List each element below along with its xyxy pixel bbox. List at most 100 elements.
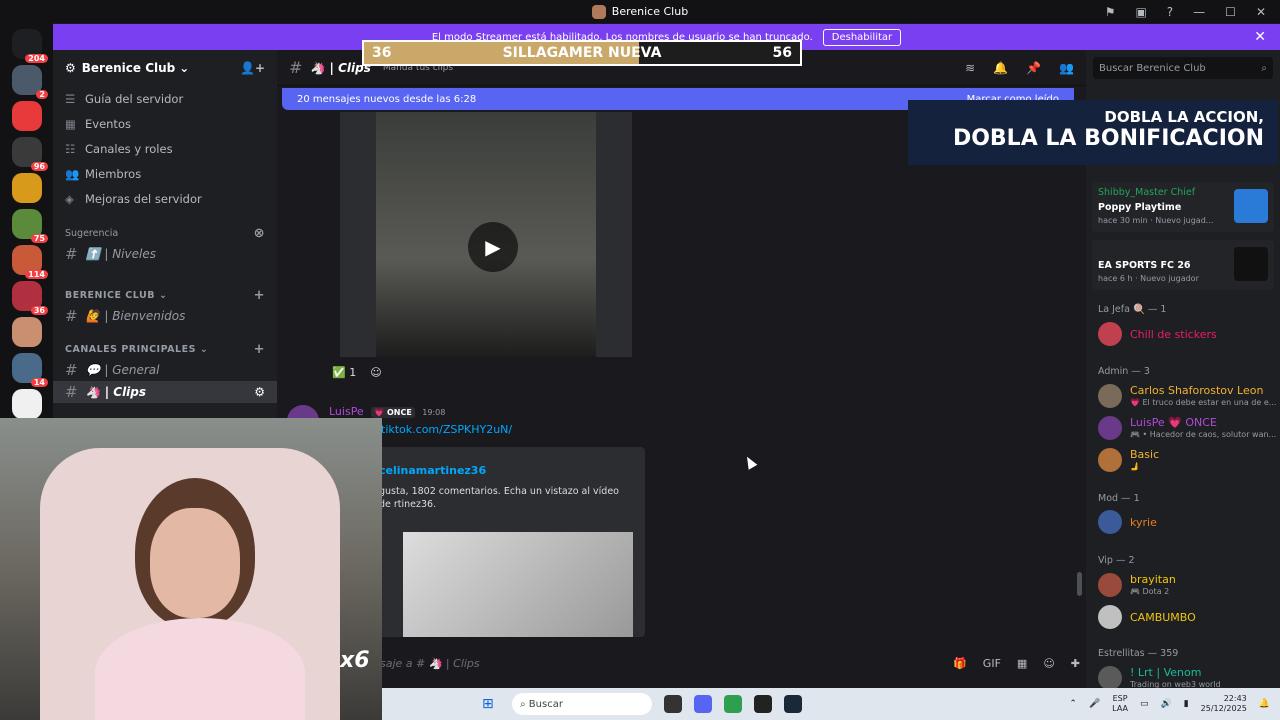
- server-icon[interactable]: [12, 173, 42, 203]
- invite-icon[interactable]: 👤+: [240, 61, 265, 75]
- minimize-button[interactable]: —: [1193, 5, 1205, 19]
- notification-badge: 14: [30, 378, 48, 387]
- discord-home-icon[interactable]: 204: [12, 29, 48, 63]
- close-icon[interactable]: ⊗: [254, 226, 265, 241]
- activity-card[interactable]: EA SPORTS FC 26 hace 6 h · Nuevo jugador: [1092, 240, 1274, 290]
- embed-author[interactable]: celinamartinez36: [379, 464, 486, 477]
- server-icon[interactable]: 96: [12, 137, 48, 171]
- promo-line1: DOBLA LA ACCION,: [1104, 108, 1264, 126]
- chrome-icon[interactable]: [724, 695, 742, 713]
- notification-badge: 75: [30, 234, 48, 243]
- activity-card[interactable]: Shibby_Master Chief Poppy Playtime hace …: [1092, 182, 1274, 232]
- explorer-icon[interactable]: [664, 695, 682, 713]
- scrollbar[interactable]: [1077, 572, 1082, 596]
- member-name: Basic: [1130, 448, 1160, 461]
- member-item[interactable]: Basic 🫸: [1098, 446, 1276, 476]
- help-icon[interactable]: ?: [1167, 5, 1173, 19]
- screen-icon[interactable]: ▣: [1135, 5, 1146, 19]
- search-input[interactable]: Buscar Berenice Club ⌕: [1093, 57, 1273, 79]
- language-indicator[interactable]: ESP LAA: [1112, 694, 1128, 714]
- server-icon[interactable]: 75: [12, 209, 48, 243]
- server-icon[interactable]: 14: [12, 353, 48, 387]
- sticker-icon[interactable]: ▦: [1017, 657, 1027, 670]
- channel-clips[interactable]: # 🦄 | Clips ⚙: [53, 381, 277, 403]
- server-icon[interactable]: 36: [12, 281, 48, 315]
- role-tag: 💗 ONCE: [371, 407, 415, 418]
- server-icon[interactable]: [12, 317, 42, 347]
- member-item[interactable]: Chill de stickers: [1098, 320, 1276, 350]
- monitor-icon[interactable]: ▭: [1140, 699, 1149, 709]
- chevron-down-icon: ⌄: [199, 343, 209, 355]
- member-name: kyrie: [1130, 516, 1157, 529]
- member-item[interactable]: LuisPe 💗 ONCE 🎮 • Hacedor de caos, soluto…: [1098, 414, 1276, 444]
- server-icon[interactable]: [12, 101, 42, 131]
- category-canales-principales[interactable]: CANALES PRINCIPALES ⌄ +: [53, 339, 277, 359]
- disable-streamer-button[interactable]: Deshabilitar: [822, 28, 902, 46]
- embed-image[interactable]: [403, 532, 633, 637]
- server-icon[interactable]: 114: [12, 245, 48, 279]
- clock[interactable]: 22:43 25/12/2025: [1201, 694, 1247, 714]
- reaction-chip[interactable]: ✅ 1: [332, 366, 356, 379]
- menu-item[interactable]: ☷ Canales y roles: [53, 136, 277, 161]
- maximize-button[interactable]: ☐: [1225, 5, 1236, 19]
- add-reaction-icon[interactable]: ☺: [370, 366, 381, 379]
- discord-icon[interactable]: [694, 695, 712, 713]
- message-input[interactable]: saje a # 🦄 | Clips: [380, 657, 480, 670]
- server-icon[interactable]: 2: [12, 65, 48, 99]
- video-attachment[interactable]: ▶: [340, 112, 632, 357]
- notification-badge: 114: [25, 270, 48, 279]
- member-group-label: Vip — 2: [1098, 555, 1135, 566]
- category-berenice-club[interactable]: BERENICE CLUB ⌄ +: [53, 285, 277, 305]
- chevron-up-icon[interactable]: ⌃: [1069, 699, 1077, 709]
- add-channel-icon[interactable]: +: [254, 342, 265, 357]
- emoji-icon[interactable]: ☺: [1043, 657, 1054, 670]
- gift-icon[interactable]: 🎁: [953, 657, 967, 670]
- member-item[interactable]: CAMBUMBO: [1098, 603, 1276, 633]
- member-group-label: Estrellitas — 359: [1098, 648, 1179, 659]
- add-channel-icon[interactable]: +: [254, 288, 265, 303]
- activity-game: Poppy Playtime: [1098, 202, 1182, 213]
- steam-icon[interactable]: [784, 695, 802, 713]
- menu-item[interactable]: 👥 Miembros: [53, 161, 277, 186]
- notification-badge: 2: [36, 90, 48, 99]
- member-group-label: Mod — 1: [1098, 493, 1140, 504]
- message-composer[interactable]: saje a # 🦄 | Clips 🎁 GIF ▦ ☺ ✚: [380, 648, 1080, 678]
- member-name: Carlos Shaforostov Leon: [1130, 384, 1264, 397]
- obs-icon[interactable]: [754, 695, 772, 713]
- settings-icon[interactable]: ⚙: [254, 385, 265, 399]
- volume-icon[interactable]: 🔊: [1161, 699, 1172, 709]
- battery-icon[interactable]: ▮: [1184, 699, 1189, 709]
- members-icon[interactable]: 👥: [1059, 61, 1074, 75]
- message-link[interactable]: tiktok.com/ZSPKHY2uN/: [381, 423, 512, 436]
- channel-general[interactable]: # 💬 | General: [53, 359, 277, 381]
- member-item[interactable]: kyrie: [1098, 508, 1276, 538]
- server-icon[interactable]: [12, 389, 42, 419]
- windows-start-icon[interactable]: ⊞: [482, 696, 498, 712]
- threads-icon[interactable]: ≋: [965, 61, 975, 75]
- pin-icon[interactable]: 📌: [1026, 61, 1041, 75]
- close-window-button[interactable]: ✕: [1256, 5, 1266, 19]
- channel-bienvenidos[interactable]: # 🙋 | Bienvenidos: [53, 305, 277, 327]
- search-icon: ⌕: [1261, 62, 1267, 74]
- play-icon[interactable]: ▶: [468, 222, 518, 272]
- member-item[interactable]: Carlos Shaforostov Leon 💗 El truco debe e…: [1098, 382, 1276, 412]
- gif-icon[interactable]: GIF: [983, 657, 1001, 670]
- taskbar-search[interactable]: ⌕ Buscar: [512, 693, 652, 715]
- game-thumbnail: [1234, 189, 1268, 223]
- member-name: LuisPe 💗 ONCE: [1130, 416, 1217, 429]
- menu-item[interactable]: ☰ Guía del servidor: [53, 86, 277, 111]
- server-header[interactable]: ⚙ Berenice Club ⌄ 👤+: [53, 50, 277, 86]
- bell-icon[interactable]: 🔔: [993, 61, 1008, 75]
- inbox-icon[interactable]: ⚑: [1105, 5, 1116, 19]
- channel-niveles[interactable]: # ⬆️ | Niveles: [53, 243, 277, 265]
- close-icon[interactable]: ✕: [1254, 29, 1266, 45]
- menu-item[interactable]: ◈ Mejoras del servidor: [53, 186, 277, 211]
- menu-item[interactable]: ▦ Eventos: [53, 111, 277, 136]
- message-author[interactable]: LuisPe: [329, 405, 364, 418]
- webcam-overlay: x6: [0, 418, 382, 720]
- apps-icon[interactable]: ✚: [1071, 657, 1080, 670]
- link-embed: celinamartinez36 gusta, 1802 comentarios…: [367, 447, 645, 637]
- notification-icon[interactable]: 🔔: [1259, 699, 1270, 709]
- member-item[interactable]: brayitan 🎮 Dota 2: [1098, 571, 1276, 601]
- mic-icon[interactable]: 🎤: [1089, 699, 1100, 709]
